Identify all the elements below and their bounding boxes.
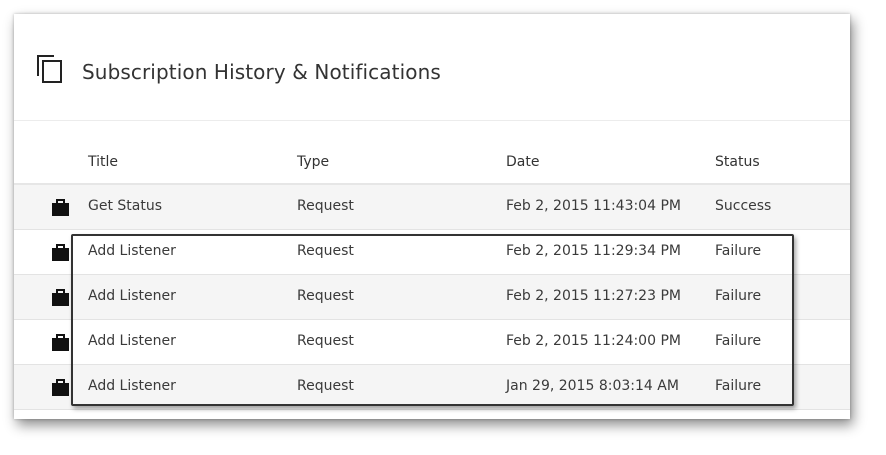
column-header-date[interactable]: Date [506, 154, 539, 170]
row-date: Feb 2, 2015 11:24:00 PM [506, 333, 681, 349]
panel-header: Subscription History & Notifications [14, 14, 850, 121]
briefcase-icon [52, 334, 69, 351]
row-type: Request [297, 333, 354, 349]
column-header-status[interactable]: Status [715, 154, 760, 170]
column-header-type[interactable]: Type [297, 154, 329, 170]
row-title: Add Listener [88, 243, 176, 259]
row-title: Get Status [88, 198, 163, 214]
subscription-history-panel: Subscription History & Notifications Tit… [14, 14, 850, 419]
row-type: Request [297, 378, 354, 394]
row-status: Failure [715, 378, 762, 394]
table-row[interactable]: Add Listener Request Feb 2, 2015 11:29:3… [14, 230, 850, 275]
table-row[interactable]: Add Listener Request Feb 2, 2015 11:27:2… [14, 275, 850, 320]
row-date: Feb 2, 2015 11:27:23 PM [506, 288, 681, 304]
row-date: Feb 2, 2015 11:43:04 PM [506, 198, 681, 214]
briefcase-icon [52, 289, 69, 306]
column-header-title[interactable]: Title [88, 154, 118, 170]
row-status: Success [715, 198, 772, 214]
row-type: Request [297, 198, 354, 214]
row-status: Failure [715, 333, 762, 349]
table-row[interactable]: Add Listener Request Jan 29, 2015 8:03:1… [14, 365, 850, 410]
table-row[interactable]: Add Listener Request Feb 2, 2015 11:24:0… [14, 320, 850, 365]
briefcase-icon [52, 379, 69, 396]
row-status: Failure [715, 243, 762, 259]
row-type: Request [297, 243, 354, 259]
row-title: Add Listener [88, 378, 176, 394]
row-type: Request [297, 288, 354, 304]
table-row[interactable]: Get Status Request Feb 2, 2015 11:43:04 … [14, 185, 850, 230]
row-status: Failure [715, 288, 762, 304]
copy-icon [37, 55, 62, 83]
table-header: Title Type Date Status [14, 140, 850, 185]
briefcase-icon [52, 199, 69, 216]
row-date: Jan 29, 2015 8:03:14 AM [506, 378, 679, 394]
history-table: Title Type Date Status Get Status Reques… [14, 140, 850, 410]
briefcase-icon [52, 244, 69, 261]
row-date: Feb 2, 2015 11:29:34 PM [506, 243, 681, 259]
row-title: Add Listener [88, 288, 176, 304]
page-title: Subscription History & Notifications [82, 60, 441, 84]
row-title: Add Listener [88, 333, 176, 349]
